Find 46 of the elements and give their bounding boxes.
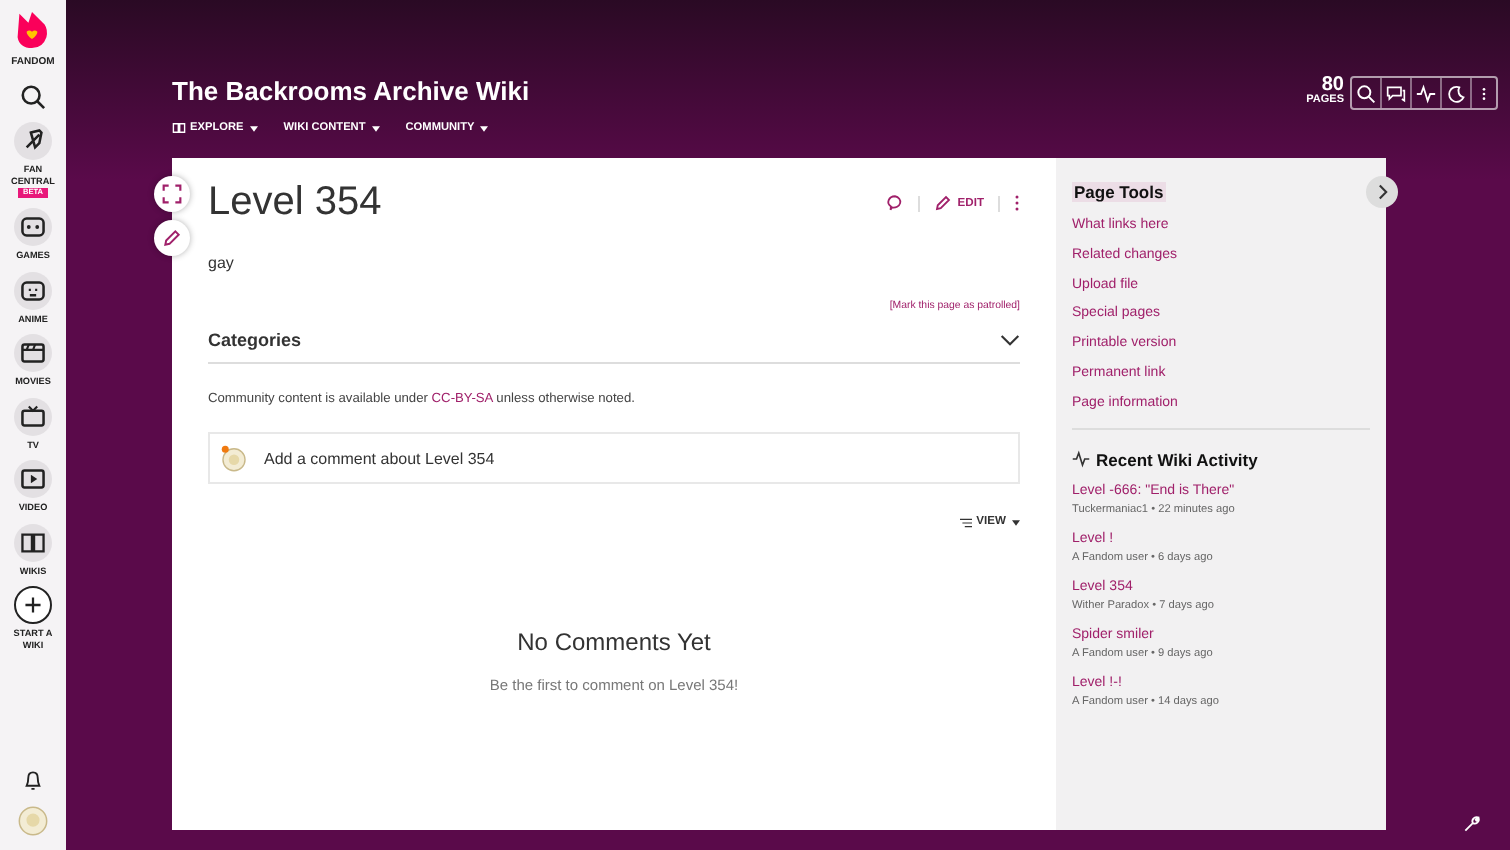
chevron-down-icon[interactable] [1000, 333, 1020, 347]
book-icon [172, 122, 186, 134]
discussions-button[interactable] [1382, 78, 1412, 108]
chevron-right-icon [1377, 184, 1387, 200]
pulse-icon [1416, 83, 1436, 103]
caret-icon [480, 125, 489, 131]
edit-pencil-button[interactable] [154, 220, 190, 256]
clapperboard-icon[interactable] [14, 334, 52, 372]
page-count: 80 [1321, 76, 1344, 94]
search-button[interactable] [1352, 78, 1382, 108]
comment-input-field[interactable]: Add a comment about Level 354 [208, 432, 1020, 484]
search-icon [1356, 83, 1376, 103]
theme-button[interactable] [1442, 78, 1472, 108]
more-icon[interactable] [1014, 194, 1020, 212]
robot-face-icon[interactable] [14, 271, 52, 309]
book-icon[interactable] [14, 523, 52, 561]
pencil-icon [933, 194, 952, 212]
caret-icon [1012, 519, 1020, 525]
empty-title: No Comments Yet [517, 628, 711, 656]
wiki-title[interactable]: The Backrooms Archive Wiki [172, 76, 530, 106]
categories-heading: Categories [208, 330, 302, 350]
recent-activity-heading: Recent Wiki Activity [1096, 449, 1258, 470]
rocket-icon[interactable] [14, 122, 52, 160]
comment-icon[interactable] [885, 194, 904, 212]
search-icon[interactable] [20, 84, 46, 110]
flame-logo-icon[interactable] [14, 6, 51, 54]
filter-icon [960, 517, 973, 527]
page-tools-heading: Page Tools [1072, 182, 1166, 202]
caret-icon [371, 125, 380, 131]
chat-icon [1386, 83, 1406, 103]
activity-icon [1072, 450, 1090, 469]
activity-button[interactable] [1412, 78, 1442, 108]
pencil-icon [162, 228, 182, 248]
tv-icon[interactable] [14, 397, 52, 435]
gamepad-icon[interactable] [14, 208, 52, 246]
play-icon[interactable] [14, 460, 52, 498]
expand-button[interactable] [154, 176, 190, 212]
moon-icon [1446, 83, 1466, 103]
caret-icon [249, 125, 258, 131]
plus-icon[interactable] [14, 586, 52, 624]
page-title: Level 354 [208, 180, 382, 226]
collapse-button[interactable] [1366, 176, 1398, 208]
bell-icon[interactable] [22, 768, 44, 794]
avatar-icon [220, 444, 248, 472]
expand-icon [162, 184, 182, 204]
article-text: gay [208, 254, 236, 272]
